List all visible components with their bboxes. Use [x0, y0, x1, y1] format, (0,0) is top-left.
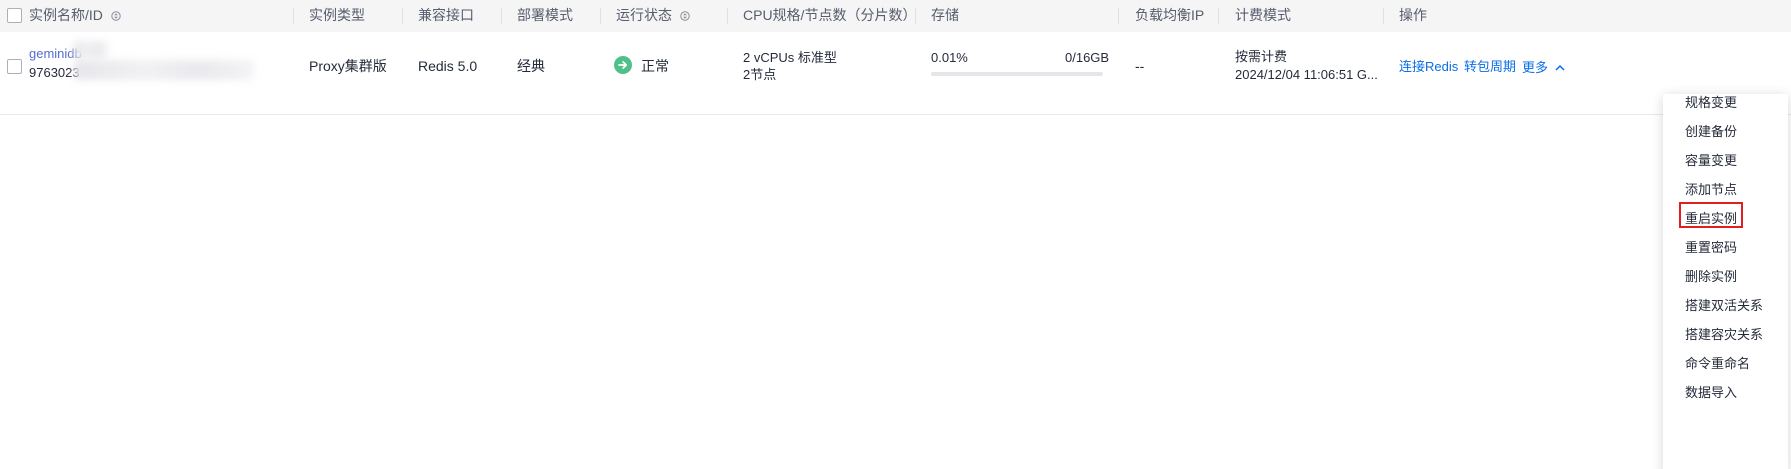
highlight-annotation-box — [1679, 202, 1743, 228]
instance-id: 9763023 — [29, 65, 80, 80]
table-header: 实例名称/ID 实例类型 兼容接口 部署模式 运行状态 CPU规格/节点数（分片… — [0, 0, 1791, 33]
header-cpu: CPU规格/节点数（分片数） — [743, 7, 917, 23]
instance-type: Proxy集群版 — [309, 58, 387, 74]
more-actions-toggle[interactable]: 更多 — [1522, 58, 1565, 77]
column-divider — [600, 8, 601, 24]
menu-item-resize-spec[interactable]: 规格变更 — [1685, 95, 1737, 111]
billing-mode: 按需计费 — [1235, 49, 1288, 64]
convert-to-yearly-link[interactable]: 转包周期 — [1464, 58, 1516, 76]
select-all-checkbox[interactable] — [7, 8, 22, 23]
column-divider — [1383, 8, 1384, 24]
menu-item-disaster-recovery[interactable]: 搭建容灾关系 — [1685, 327, 1763, 343]
menu-item-add-node[interactable]: 添加节点 — [1685, 182, 1737, 198]
more-actions-label: 更多 — [1522, 60, 1549, 75]
connect-redis-link[interactable]: 连接Redis — [1399, 58, 1458, 76]
column-divider — [293, 8, 294, 24]
node-count: 2节点 — [743, 67, 777, 82]
filter-icon[interactable] — [680, 2, 690, 32]
cpu-spec: 2 vCPUs 标准型 — [743, 50, 837, 65]
storage-progress-bar — [931, 72, 1103, 76]
menu-item-data-import[interactable]: 数据导入 — [1685, 385, 1737, 401]
menu-item-change-capacity[interactable]: 容量变更 — [1685, 153, 1737, 169]
deploy-mode: 经典 — [517, 58, 545, 74]
menu-item-active-active[interactable]: 搭建双活关系 — [1685, 298, 1763, 314]
billing-created-time: 2024/12/04 11:06:51 G... — [1235, 67, 1378, 82]
column-divider — [402, 8, 403, 24]
column-divider — [727, 8, 728, 24]
header-name[interactable]: 实例名称/ID — [29, 0, 121, 32]
table-row: geminidb 9763023 Proxy集群版 Redis 5.0 经典 正… — [0, 32, 1791, 115]
sort-icon[interactable] — [111, 2, 121, 32]
header-billing: 计费模式 — [1235, 7, 1291, 23]
lb-ip: -- — [1135, 58, 1145, 74]
menu-item-rename-command[interactable]: 命令重命名 — [1685, 356, 1750, 372]
redacted-id-blur — [74, 60, 254, 80]
header-actions: 操作 — [1399, 7, 1427, 23]
storage-usage-percent: 0.01% — [931, 50, 968, 65]
header-storage: 存储 — [931, 7, 959, 23]
column-divider — [915, 8, 916, 24]
instance-list-page: 实例名称/ID 实例类型 兼容接口 部署模式 运行状态 CPU规格/节点数（分片… — [0, 0, 1791, 469]
storage-capacity: 0/16GB — [1065, 50, 1110, 65]
status-text: 正常 — [641, 58, 669, 74]
row-checkbox[interactable] — [7, 59, 22, 74]
header-lb-ip: 负载均衡IP — [1135, 7, 1205, 23]
header-type: 实例类型 — [309, 7, 365, 23]
header-deploy: 部署模式 — [517, 7, 573, 23]
chevron-up-icon — [1555, 58, 1565, 76]
status-ok-icon — [614, 56, 632, 74]
compatible-interface: Redis 5.0 — [418, 58, 478, 74]
more-actions-dropdown: 规格变更 创建备份 容量变更 添加节点 重启实例 重置密码 删除实例 搭建双活关… — [1663, 94, 1788, 469]
column-divider — [1218, 8, 1219, 24]
header-status-label: 运行状态 — [616, 7, 672, 23]
menu-item-delete-instance[interactable]: 删除实例 — [1685, 269, 1737, 285]
column-divider — [501, 8, 502, 24]
redacted-name-blur — [74, 41, 108, 59]
header-name-label: 实例名称/ID — [29, 7, 103, 23]
header-interface: 兼容接口 — [418, 7, 474, 23]
menu-item-reset-password[interactable]: 重置密码 — [1685, 240, 1737, 256]
column-divider — [1118, 8, 1119, 24]
menu-item-create-backup[interactable]: 创建备份 — [1685, 124, 1737, 140]
header-status[interactable]: 运行状态 — [616, 0, 690, 32]
